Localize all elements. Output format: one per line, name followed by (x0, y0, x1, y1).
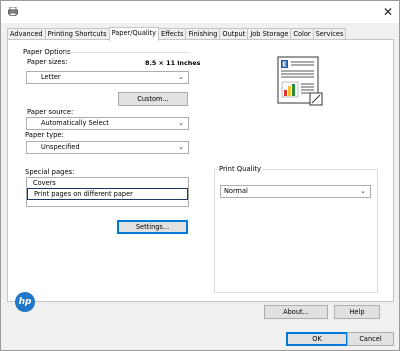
about-button[interactable]: About... (264, 305, 328, 319)
settings-button[interactable]: Settings... (117, 220, 188, 234)
paper-size-value: Letter (41, 73, 61, 81)
chevron-down-icon: ⌄ (178, 119, 184, 127)
paper-source-value: Automatically Select (41, 119, 109, 127)
print-quality-value: Normal (224, 187, 248, 195)
paper-size-select[interactable]: Letter ⌄ (26, 71, 189, 84)
preview-letter: E (282, 61, 287, 69)
hp-logo: hp (15, 292, 35, 312)
title-bar: ✕ (1, 1, 399, 23)
printer-icon (8, 7, 18, 16)
chevron-down-icon: ⌄ (178, 143, 184, 151)
paper-size-dimensions: 8.5 × 11 inches (145, 59, 201, 67)
paper-options-divider (63, 52, 190, 53)
custom-button[interactable]: Custom... (118, 92, 188, 106)
paper-source-select[interactable]: Automatically Select ⌄ (26, 117, 189, 130)
chevron-down-icon: ⌄ (178, 73, 184, 81)
paper-type-value: Unspecified (41, 143, 80, 151)
print-quality-select[interactable]: Normal ⌄ (220, 185, 371, 198)
paper-sizes-label: Paper sizes: (27, 58, 68, 66)
list-item-selected[interactable]: Print pages on different paper (27, 188, 188, 200)
tab-paper-quality[interactable]: Paper/Quality (108, 27, 160, 41)
chevron-down-icon: ⌄ (360, 187, 366, 195)
close-icon[interactable]: ✕ (381, 5, 395, 19)
print-quality-group-label: Print Quality (218, 165, 263, 174)
cancel-button[interactable]: Cancel (347, 332, 394, 346)
special-pages-list[interactable]: Covers Print pages on different paper (26, 177, 189, 207)
special-pages-label: Special pages: (25, 168, 75, 176)
list-item[interactable]: Covers (27, 179, 187, 188)
paper-type-select[interactable]: Unspecified ⌄ (26, 141, 189, 154)
printer-properties-window: ✕ Advanced Printing Shortcuts Paper/Qual… (0, 0, 400, 351)
paper-source-label: Paper source: (27, 108, 74, 116)
ok-button[interactable]: OK (286, 332, 348, 346)
paper-preview-icon: E (277, 56, 323, 106)
paper-type-label: Paper type: (25, 131, 64, 139)
help-button[interactable]: Help (334, 305, 380, 319)
